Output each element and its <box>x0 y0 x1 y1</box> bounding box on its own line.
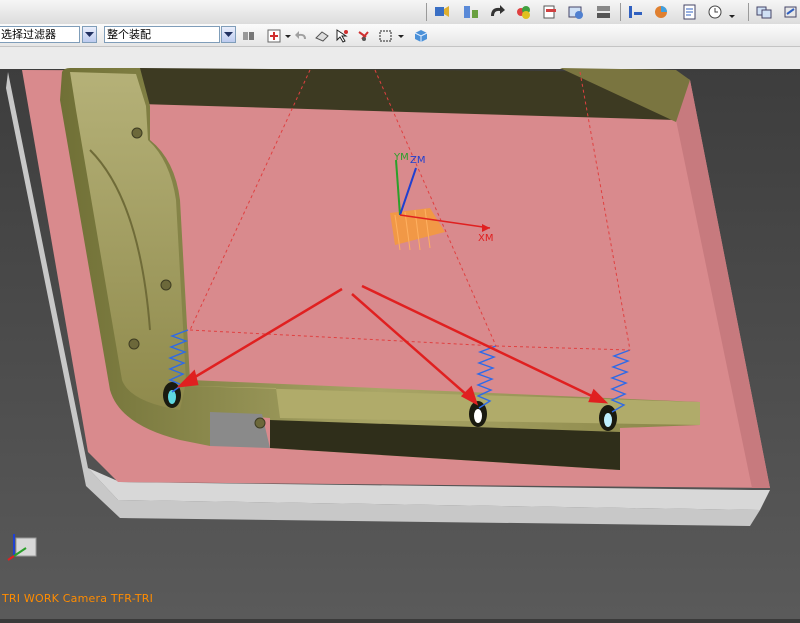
toolbar-separator <box>620 3 621 21</box>
rotate-icon[interactable] <box>487 2 507 21</box>
chevron-down-icon[interactable] <box>283 27 293 44</box>
move-icon[interactable] <box>461 2 481 21</box>
chevron-down-icon[interactable] <box>396 27 406 44</box>
tool-tip <box>474 409 482 423</box>
window-icon[interactable] <box>754 2 774 21</box>
pointer-select-icon[interactable] <box>333 27 351 44</box>
fixture-bolt-hole <box>160 279 172 291</box>
chevron-down-icon[interactable] <box>82 26 97 43</box>
snap-point-icon[interactable] <box>266 27 284 44</box>
selection-toolbar: 选择过滤器 整个装配 <box>0 24 800 47</box>
scene-canvas[interactable]: YM ZM XM <box>0 47 800 619</box>
selection-filter-combo[interactable]: 选择过滤器 <box>0 26 80 43</box>
wcs-z-label: ZM <box>410 155 425 166</box>
snap-icon[interactable] <box>781 2 800 21</box>
eraser-icon[interactable] <box>313 27 331 44</box>
toolbar-separator <box>748 3 749 21</box>
tool-tip <box>168 390 176 404</box>
fixture-notch <box>210 412 270 448</box>
doc-icon[interactable] <box>680 2 700 21</box>
lasso-select-icon[interactable] <box>355 27 373 44</box>
assembly-icon[interactable] <box>240 27 258 44</box>
main-toolbar <box>0 0 800 25</box>
analysis-icon[interactable] <box>652 2 672 21</box>
fixture-bolt-hole <box>254 417 266 429</box>
color-icon[interactable] <box>514 2 534 21</box>
clock-icon[interactable] <box>706 2 726 21</box>
wcs-y-label: YM <box>393 152 409 163</box>
fixture-bolt-hole <box>131 127 143 139</box>
measure-icon[interactable] <box>625 2 645 21</box>
wcs-x-label: XM <box>478 233 493 244</box>
graphics-viewport[interactable]: YM ZM XM <box>0 47 800 619</box>
toolbar-gap-strip <box>0 47 800 69</box>
camera-caption: TRI WORK Camera TFR-TRI <box>2 592 154 605</box>
cube-icon[interactable] <box>412 27 430 44</box>
chevron-down-icon[interactable] <box>221 26 236 43</box>
toolbar-separator <box>426 3 427 21</box>
chevron-down-icon[interactable] <box>726 2 738 21</box>
render-icon[interactable] <box>566 2 586 21</box>
undo-icon[interactable] <box>293 27 311 44</box>
camera-icon[interactable] <box>431 2 451 21</box>
section-icon[interactable] <box>594 2 614 21</box>
assembly-scope-combo[interactable]: 整个装配 <box>104 26 220 43</box>
layer-icon[interactable] <box>540 2 560 21</box>
tool-tip <box>604 413 612 427</box>
fixture-bolt-hole <box>128 338 140 350</box>
box-select-icon[interactable] <box>377 27 395 44</box>
